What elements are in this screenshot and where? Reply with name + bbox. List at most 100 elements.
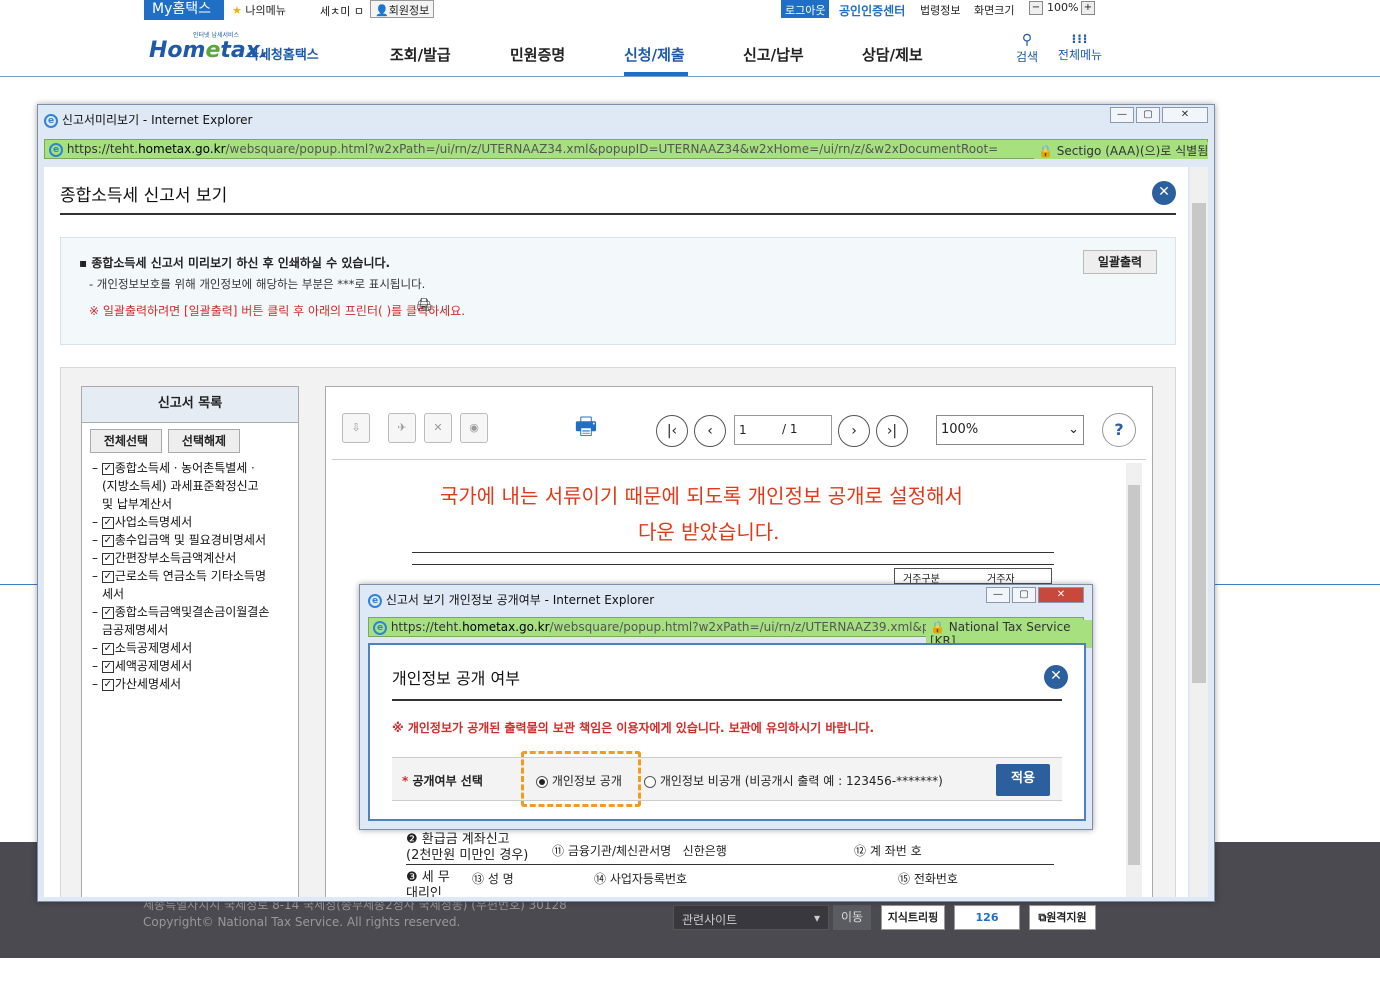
checkbox[interactable]: ✓: [101, 534, 114, 547]
minimize-button[interactable]: —: [986, 587, 1010, 603]
next-page-button[interactable]: ›: [838, 415, 870, 447]
remote-support-badge[interactable]: ⧉원격지원: [1029, 905, 1096, 930]
report-list-panel: 신고서 목록 전체선택 선택해제 – ✓ 종합소득세ㆍ농어촌특별세ㆍ (지방소득세…: [81, 386, 299, 897]
dialog-close-button[interactable]: ✕: [1152, 181, 1176, 205]
policy-briefing-badge[interactable]: 지식트리핑: [881, 905, 945, 930]
checkbox[interactable]: ✓: [101, 606, 114, 619]
nav-inquiry[interactable]: 조회/발급: [390, 44, 451, 65]
remote-support-label: 원격지원: [1046, 911, 1087, 924]
batch-print-button[interactable]: 일괄출력: [1083, 250, 1157, 274]
tree-item-revenue-expense[interactable]: – ✓ 총수입금액 및 필요경비명세서: [92, 531, 292, 549]
all-menu-nav[interactable]: ⁝⁝⁝ 전체메뉴: [1055, 32, 1105, 63]
checkbox[interactable]: ✓: [101, 678, 114, 691]
help-icon[interactable]: ?: [1102, 413, 1136, 447]
scroll-thumb[interactable]: [1192, 203, 1206, 683]
deselect-all-button[interactable]: 선택해제: [168, 429, 240, 453]
my-menu-link[interactable]: ★ 나의메뉴: [232, 2, 286, 18]
title-divider: [392, 699, 1062, 701]
checkbox[interactable]: ✓: [101, 462, 114, 475]
doc-rule: [412, 552, 1054, 553]
cert-indicator[interactable]: 🔒 Sectigo (AAA)(으)로 식별됨: [1034, 142, 1209, 159]
related-sites-select[interactable]: 관련사이트 ▾: [673, 905, 829, 930]
my-hometax-tab[interactable]: My홈택스: [144, 0, 224, 20]
document-scrollbar[interactable]: [1126, 463, 1142, 897]
tree-item-earned-income[interactable]: – ✓ 근로소득 연금소득 기타소득명: [92, 567, 292, 585]
prev-page-button[interactable]: ‹: [694, 415, 726, 447]
scroll-thumb[interactable]: [1128, 485, 1140, 865]
zoom-in-button[interactable]: +: [1081, 1, 1095, 15]
url-prefix: https://teht.: [390, 620, 463, 634]
radio-private[interactable]: 개인정보 비공개 (비공개시 출력 예 : 123456-*******): [644, 772, 943, 789]
window-close-button[interactable]: ✕: [1162, 107, 1208, 123]
pdf-icon[interactable]: ✈: [388, 413, 416, 443]
apply-button[interactable]: 적용: [996, 764, 1050, 796]
user-icon: 👤: [375, 4, 389, 17]
tree-label: 세액공제명세서: [114, 659, 193, 673]
star-icon: ★: [232, 4, 242, 17]
window-scrollbar[interactable]: [1190, 167, 1208, 897]
all-menu-label: 전체메뉴: [1057, 48, 1103, 62]
refund-account-text: ❷ 환급금 계좌신고: [406, 832, 510, 847]
lock-icon: 🔒: [930, 620, 945, 634]
checkbox[interactable]: ✓: [101, 660, 114, 673]
nav-apply-submit[interactable]: 신청/제출: [624, 44, 685, 65]
search-nav[interactable]: ⚲ 검색: [1014, 32, 1040, 65]
zoom-select[interactable]: 100% ⌄: [936, 415, 1084, 445]
tax-agent-label: ❸ 세 무 대리인: [406, 870, 450, 897]
radio-unselected-icon[interactable]: [644, 775, 656, 788]
maximize-button[interactable]: ▢: [1136, 107, 1160, 123]
printer-icon: 🖨: [416, 298, 433, 313]
logo-part-1: Hom: [149, 38, 206, 63]
last-page-button[interactable]: ›|: [876, 415, 908, 447]
checkbox[interactable]: ✓: [101, 516, 114, 529]
annotation-line-1: 국가에 내는 서류이기 때문에 되도록 개인정보 공개로 설정해서: [440, 484, 963, 508]
member-info-button[interactable]: 👤회원정보: [370, 0, 435, 18]
resident-value: 거주자: [987, 574, 1015, 585]
checkbox[interactable]: ✓: [101, 570, 114, 583]
logo-subtitle: 국세청홈택스: [247, 48, 319, 63]
call-126-badge[interactable]: 126: [954, 905, 1020, 930]
search-icon: ⚲: [1021, 32, 1033, 48]
biz-number-label: ⑭ 사업자등록번호: [594, 872, 688, 886]
cert-center-link[interactable]: 공인인증센터: [839, 2, 905, 19]
dialog-title: 개인정보 공개 여부: [392, 669, 520, 688]
tree-label: 소득공제명세서: [114, 641, 193, 655]
excel-icon[interactable]: ✕: [424, 413, 452, 443]
move-button[interactable]: 이동: [833, 905, 871, 930]
grid-icon: ⁝⁝⁝: [1071, 32, 1089, 46]
doc-rule: [406, 864, 1054, 865]
account-number-label: ⑫ 계 좌번 호: [854, 844, 922, 858]
zoom-out-button[interactable]: −: [1029, 1, 1043, 15]
checkbox[interactable]: ✓: [101, 642, 114, 655]
checkbox[interactable]: ✓: [101, 552, 114, 565]
screen-size-label: 화면크기: [974, 4, 1015, 17]
window-title-text: 신고서미리보기 - Internet Explorer: [61, 113, 253, 127]
dialog-close-button[interactable]: ✕: [1044, 665, 1068, 689]
tree-item-tax-credit[interactable]: – ✓ 세액공제명세서: [92, 657, 292, 675]
law-info-link[interactable]: 법령정보: [920, 2, 960, 18]
page-total: / 1: [782, 422, 798, 436]
tree-item-loss-carryover[interactable]: – ✓ 종합소득금액및결손금이월결손: [92, 603, 292, 621]
hometax-logo[interactable]: 인터넷 납세서비스 Hometax. 국세청홈택스: [143, 28, 333, 72]
tree-item-income-deduction[interactable]: – ✓ 소득공제명세서: [92, 639, 292, 657]
print-icon[interactable]: 🖶: [568, 409, 604, 447]
zoom-level: 100%: [1047, 1, 1079, 14]
tree-item-income-tax[interactable]: – ✓ 종합소득세ㆍ농어촌특별세ㆍ: [92, 459, 292, 477]
logout-button[interactable]: 로그아웃: [781, 0, 830, 18]
select-all-button[interactable]: 전체선택: [90, 429, 162, 453]
minimize-button[interactable]: —: [1110, 107, 1134, 123]
tree-item-penalty-tax[interactable]: – ✓ 가산세명세서: [92, 675, 292, 693]
maximize-button[interactable]: ▢: [1012, 587, 1036, 603]
nav-report-pay[interactable]: 신고/납부: [743, 44, 804, 65]
nav-divider: [0, 76, 1380, 77]
save-icon[interactable]: ⇩: [342, 413, 370, 443]
nav-certificates[interactable]: 민원증명: [510, 44, 565, 65]
phone-label: ⑮ 전화번호: [898, 872, 958, 886]
tree-item-business-income[interactable]: – ✓ 사업소득명세서: [92, 513, 292, 531]
window-close-button[interactable]: ✕: [1038, 587, 1084, 603]
hwp-icon[interactable]: ◉: [460, 413, 488, 443]
info-line-3: ※ 일괄출력하려면 [일괄출력] 버튼 클릭 후 아래의 프린터( )를 클릭하…: [89, 304, 466, 318]
nav-consult[interactable]: 상담/제보: [862, 44, 923, 65]
first-page-button[interactable]: |‹: [656, 415, 688, 447]
tree-item-simple-ledger[interactable]: – ✓ 간편장부소득금액계산서: [92, 549, 292, 567]
